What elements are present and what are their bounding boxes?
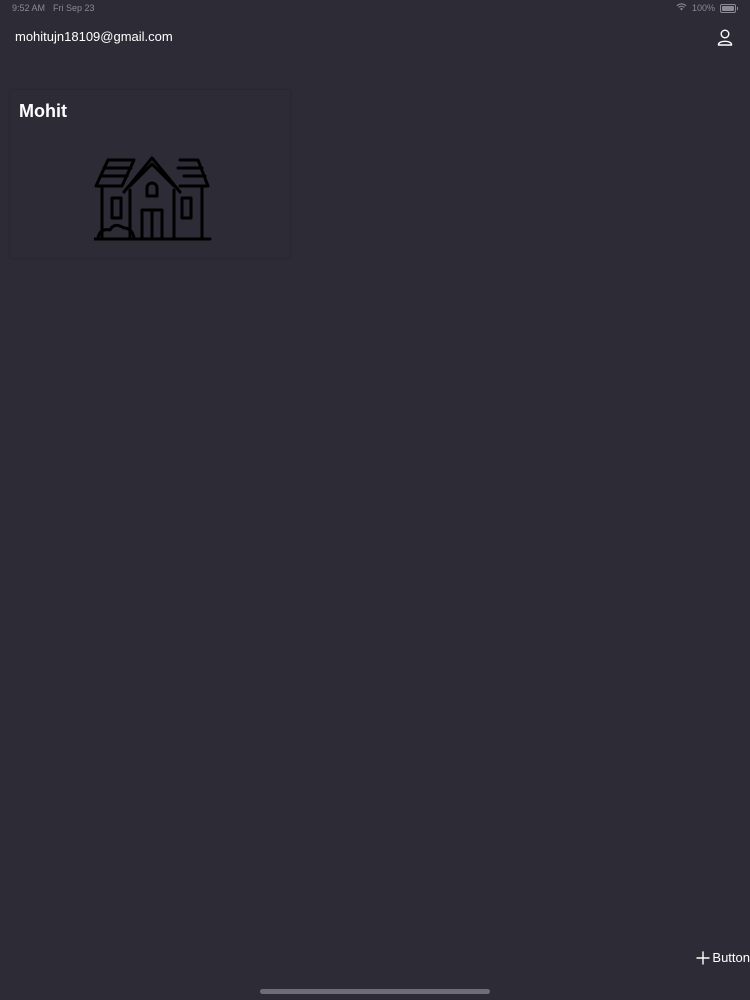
house-icon [92, 156, 212, 247]
status-date: Fri Sep 23 [53, 3, 95, 13]
battery-icon [720, 3, 738, 13]
status-bar: 9:52 AM Fri Sep 23 100% [0, 3, 750, 15]
account-email: mohitujn18109@gmail.com [15, 29, 173, 44]
plus-icon [696, 950, 711, 965]
home-indicator [260, 989, 490, 994]
battery-percent: 100% [691, 3, 715, 13]
person-icon [717, 29, 733, 46]
top-bar: mohitujn18109@gmail.com [0, 28, 750, 48]
card-title: Mohit [19, 101, 67, 121]
status-left: 9:52 AM Fri Sep 23 [12, 3, 95, 13]
home-card[interactable]: Mohit [10, 90, 290, 258]
status-right: 100% [676, 3, 738, 13]
status-time: 9:52 AM [12, 3, 46, 13]
add-button-label: Button [712, 950, 750, 965]
profile-button[interactable] [714, 28, 736, 48]
add-button[interactable]: Button [696, 950, 750, 965]
wifi-icon [676, 3, 687, 13]
